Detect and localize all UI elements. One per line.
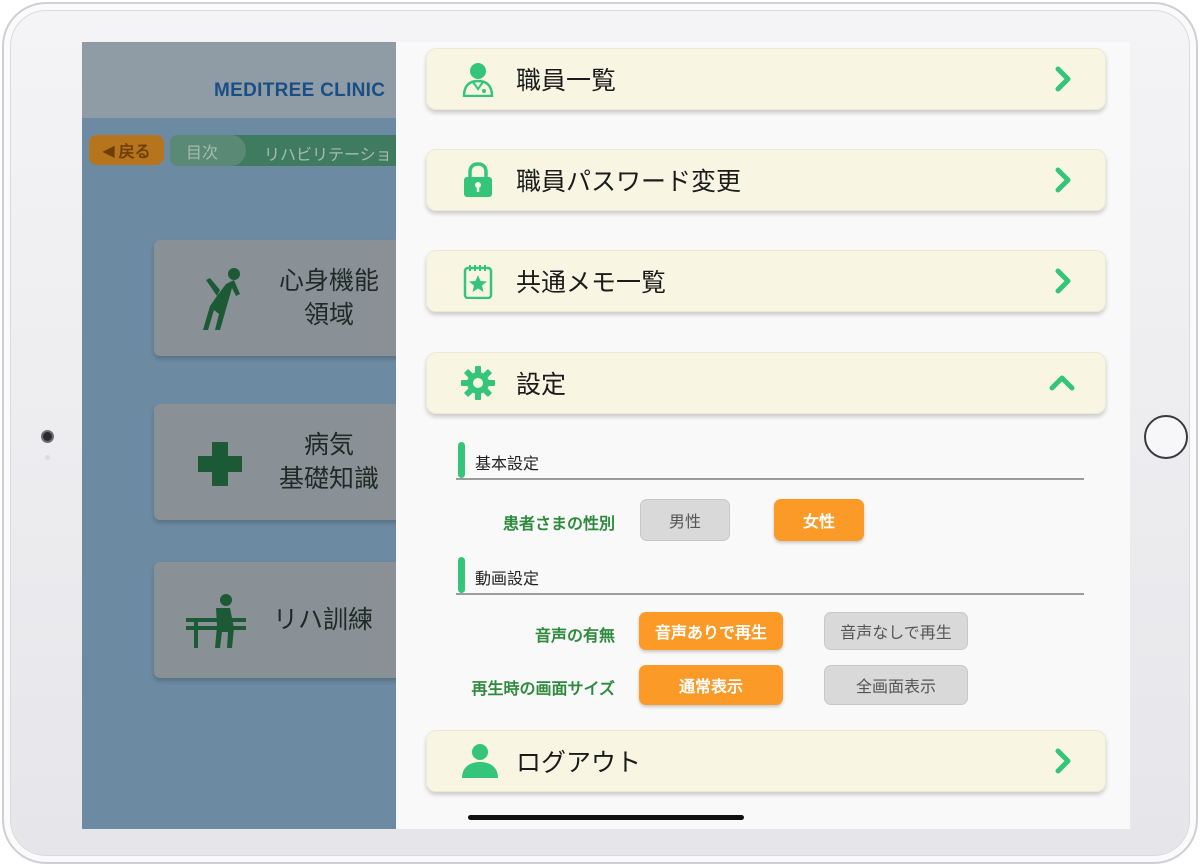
clinic-name: MEDITREE CLINIC (214, 80, 386, 101)
medical-cross-icon (198, 442, 242, 486)
screen-size-label: 再生時の画面サイズ (471, 679, 615, 698)
front-camera (41, 430, 54, 443)
chevron-up-icon (1049, 375, 1075, 391)
memo-star-icon (463, 265, 493, 299)
size-fullscreen-button[interactable]: 全画面表示 (824, 665, 968, 705)
section-basic-settings: 基本設定 (456, 440, 1084, 480)
audio-off-button[interactable]: 音声なしで再生 (824, 612, 968, 650)
gender-male-button[interactable]: 男性 (640, 499, 730, 541)
breadcrumb-index-label: 目次 (186, 142, 219, 162)
background-app: MEDITREE CLINIC リハビリテーショ 目次 ◀ 戻る 心身機能 領域… (82, 42, 414, 829)
chevron-right-icon (1055, 167, 1071, 193)
row-staff-list[interactable]: 職員一覧 (426, 48, 1106, 110)
gear-icon (461, 366, 495, 400)
audio-on-button[interactable]: 音声ありで再生 (639, 612, 783, 650)
stretching-person-icon (203, 268, 240, 330)
row-label: 職員パスワード変更 (516, 167, 742, 196)
menu-card-label: リハ訓練 (272, 605, 373, 634)
menu-card-label: 心身機能 領域 (278, 266, 379, 329)
row-label: 職員一覧 (516, 66, 617, 95)
breadcrumb-item-index[interactable]: 目次 (170, 135, 246, 166)
section-accent-bar (458, 557, 465, 593)
section-video-settings: 動画設定 (456, 555, 1084, 595)
row-logout[interactable]: ログアウト (426, 730, 1106, 792)
section-accent-bar (458, 442, 465, 478)
settings-drawer: 職員一覧 職員パスワード変更 共通メモ一覧 設定 基本設定 患者さまの性別 男性… (396, 42, 1130, 829)
rehab-training-icon (186, 594, 246, 648)
home-button[interactable] (1144, 415, 1188, 459)
screen: MEDITREE CLINIC リハビリテーショ 目次 ◀ 戻る 心身機能 領域… (82, 42, 1130, 829)
menu-card-label: 病気 基礎知識 (278, 430, 379, 493)
home-indicator[interactable] (468, 815, 744, 820)
lock-icon (464, 162, 492, 197)
back-triangle-icon: ◀ (102, 140, 115, 160)
gender-label: 患者さまの性別 (502, 514, 615, 533)
row-label: ログアウト (516, 748, 642, 777)
staff-doctor-icon (462, 63, 494, 97)
menu-card-rehab-training[interactable]: リハ訓練 (154, 562, 414, 678)
row-settings[interactable]: 設定 (426, 352, 1106, 414)
row-staff-password-change[interactable]: 職員パスワード変更 (426, 149, 1106, 211)
chevron-right-icon (1055, 748, 1071, 774)
size-normal-button[interactable]: 通常表示 (639, 665, 783, 705)
menu-card-disease-basics[interactable]: 病気 基礎知識 (154, 404, 414, 520)
section-title: 動画設定 (475, 569, 540, 588)
chevron-right-icon (1055, 66, 1071, 92)
back-button[interactable]: ◀ 戻る (89, 135, 164, 165)
menu-card-body-function[interactable]: 心身機能 領域 (154, 240, 414, 356)
row-common-memo-list[interactable]: 共通メモ一覧 (426, 250, 1106, 312)
section-title: 基本設定 (475, 454, 540, 473)
user-icon (462, 744, 498, 778)
ambient-sensor (45, 455, 50, 460)
audio-label: 音声の有無 (534, 626, 615, 645)
row-label: 設定 (516, 370, 567, 399)
row-label: 共通メモ一覧 (516, 268, 667, 297)
gender-female-button[interactable]: 女性 (774, 499, 864, 541)
back-label: 戻る (118, 142, 151, 161)
breadcrumb-item-rehab[interactable]: リハビリテーショ (264, 141, 392, 165)
chevron-right-icon (1055, 268, 1071, 294)
